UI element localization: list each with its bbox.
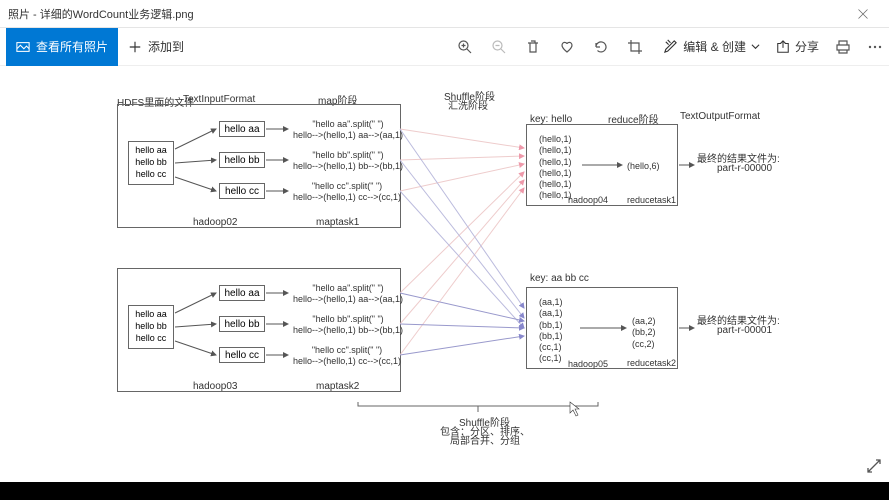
chevron-down-icon xyxy=(751,42,760,51)
close-button[interactable] xyxy=(845,0,881,28)
zoom-out-icon[interactable] xyxy=(491,39,507,55)
share-icon xyxy=(776,40,790,54)
image-canvas: HDFS里面的文件 TextInputFormat map阶段 Shuffle阶… xyxy=(0,66,889,500)
window-title: 照片 - 详细的WordCount业务逻辑.png xyxy=(8,6,194,22)
edit-icon xyxy=(663,39,678,54)
heart-icon[interactable] xyxy=(559,39,575,55)
zoom-in-icon[interactable] xyxy=(457,39,473,55)
view-all-label: 查看所有照片 xyxy=(36,38,108,55)
edit-create-label: 编辑 & 创建 xyxy=(683,38,746,55)
close-icon xyxy=(857,8,869,20)
view-all-button[interactable]: 查看所有照片 xyxy=(6,28,118,66)
crop-icon[interactable] xyxy=(627,39,643,55)
share-label: 分享 xyxy=(795,38,819,55)
resize-icon[interactable] xyxy=(866,458,882,477)
photo-icon xyxy=(16,40,30,54)
diagram-arrows xyxy=(0,66,889,486)
rotate-icon[interactable] xyxy=(593,39,609,55)
print-icon[interactable] xyxy=(835,39,851,55)
plus-icon xyxy=(128,40,142,54)
more-icon[interactable] xyxy=(867,39,883,55)
add-to-label: 添加到 xyxy=(148,38,184,55)
bottom-black-bar xyxy=(0,482,889,500)
add-to-button[interactable]: 添加到 xyxy=(118,28,194,66)
share-button[interactable]: 分享 xyxy=(776,38,819,55)
edit-create-button[interactable]: 编辑 & 创建 xyxy=(663,38,760,55)
delete-icon[interactable] xyxy=(525,39,541,55)
